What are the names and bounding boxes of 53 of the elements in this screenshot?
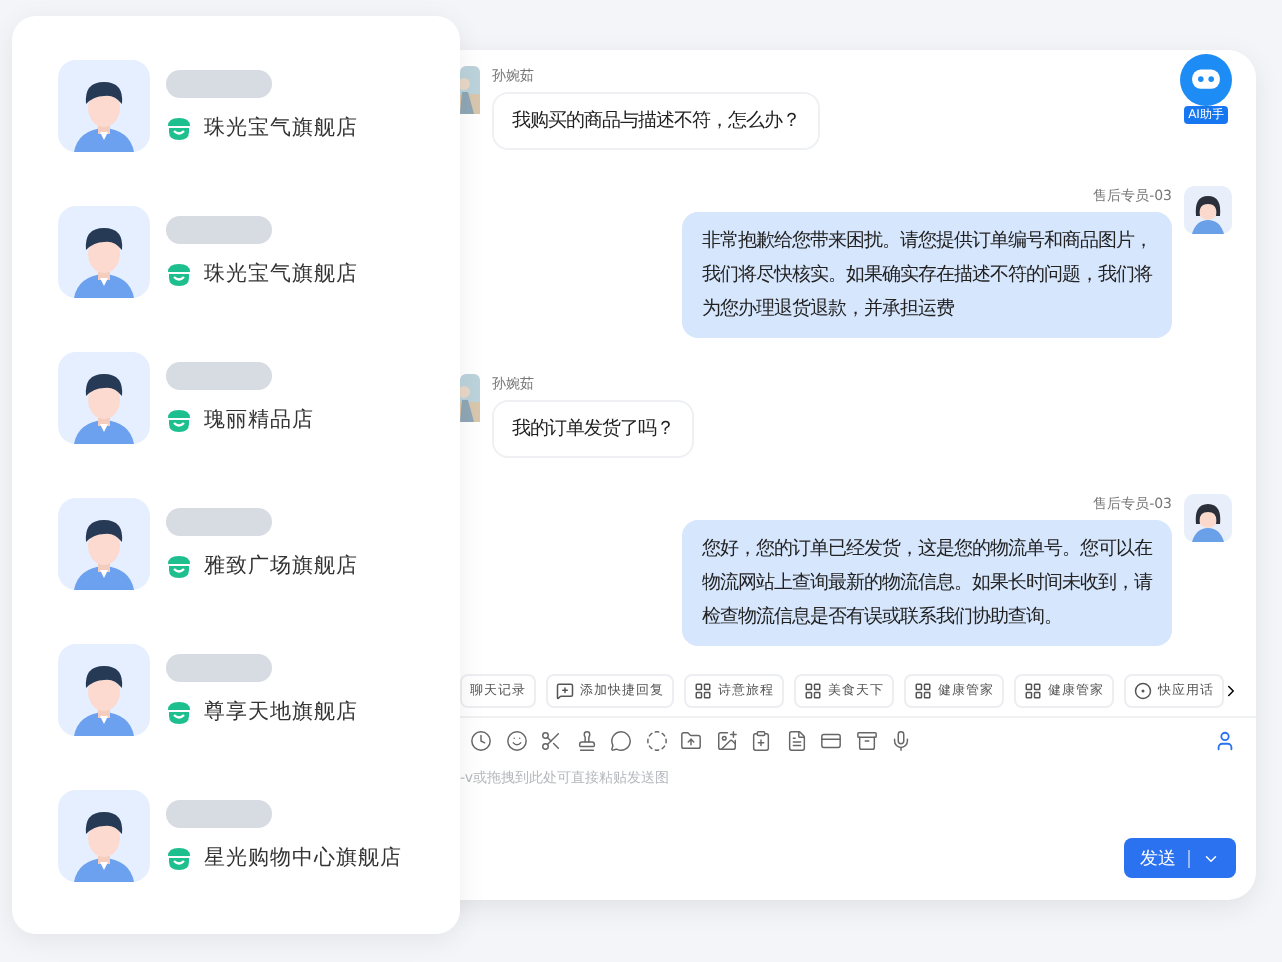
store-name[interactable]: 星光购物中心旗舰店 bbox=[204, 844, 402, 872]
person-icon[interactable] bbox=[1214, 730, 1236, 752]
chevron-right-icon[interactable] bbox=[1222, 682, 1240, 700]
grid-icon bbox=[694, 682, 712, 700]
message-bubble: 我购买的商品与描述不符，怎么办？ bbox=[492, 92, 820, 150]
archive-icon[interactable] bbox=[855, 730, 877, 752]
shop-icon bbox=[166, 845, 192, 871]
agent-avatar bbox=[1184, 494, 1232, 542]
name-placeholder bbox=[166, 508, 272, 536]
circle-icon[interactable] bbox=[645, 730, 667, 752]
grid-icon bbox=[914, 682, 932, 700]
clock-icon[interactable] bbox=[470, 730, 492, 752]
store-name[interactable]: 珠光宝气旗舰店 bbox=[204, 260, 358, 288]
store-name[interactable]: 瑰丽精品店 bbox=[204, 406, 314, 434]
shop-icon bbox=[166, 261, 192, 287]
emoji-icon[interactable] bbox=[505, 730, 527, 752]
microphone-icon[interactable] bbox=[890, 730, 912, 752]
avatar bbox=[58, 790, 150, 882]
shop-icon bbox=[166, 553, 192, 579]
name-placeholder bbox=[166, 654, 272, 682]
store-name[interactable]: 珠光宝气旗舰店 bbox=[204, 114, 358, 142]
shop-icon bbox=[166, 407, 192, 433]
card-icon[interactable] bbox=[820, 730, 842, 752]
shop-icon bbox=[166, 115, 192, 141]
message-bubble: 非常抱歉给您带来困扰。请您提供订单编号和商品图片，我们将尽快核实。如果确实存在描述不符的问题，我们将为您办理退货退款，并承担运费 bbox=[682, 212, 1172, 338]
chat-icon[interactable] bbox=[610, 730, 632, 752]
message-bubble: 我的订单发货了吗？ bbox=[492, 400, 694, 458]
circle-icon bbox=[1134, 682, 1152, 700]
add-reply-icon bbox=[556, 682, 574, 700]
scissors-icon[interactable] bbox=[540, 730, 562, 752]
shop-icon bbox=[166, 699, 192, 725]
image-icon[interactable] bbox=[715, 730, 737, 752]
robot-icon[interactable] bbox=[1180, 54, 1232, 106]
avatar bbox=[58, 644, 150, 736]
folder-icon[interactable] bbox=[680, 730, 702, 752]
file-icon[interactable] bbox=[785, 730, 807, 752]
store-name[interactable]: 尊享天地旗舰店 bbox=[204, 698, 358, 726]
send-button[interactable]: 发送 bbox=[1124, 838, 1236, 878]
stamp-icon[interactable] bbox=[575, 730, 597, 752]
avatar bbox=[58, 206, 150, 298]
grid-icon bbox=[804, 682, 822, 700]
name-placeholder bbox=[166, 362, 272, 390]
store-name[interactable]: 雅致广场旗舰店 bbox=[204, 552, 358, 580]
name-placeholder bbox=[166, 70, 272, 98]
avatar bbox=[58, 352, 150, 444]
avatar bbox=[58, 60, 150, 152]
avatar bbox=[58, 498, 150, 590]
message-bubble: 您好，您的订单已经发货，这是您的物流单号。您可以在物流网站上查询最新的物流信息。如果长时间未收到，请检查物流信息是否有误或联系我们协助查询。 bbox=[682, 520, 1172, 646]
name-placeholder bbox=[166, 800, 272, 828]
grid-icon bbox=[1024, 682, 1042, 700]
clipboard-icon[interactable] bbox=[750, 730, 772, 752]
agent-avatar bbox=[1184, 186, 1232, 234]
name-placeholder bbox=[166, 216, 272, 244]
